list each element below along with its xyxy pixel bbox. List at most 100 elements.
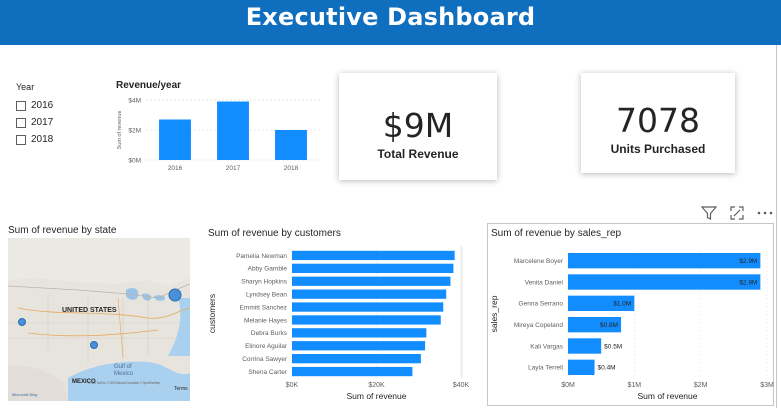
data-label: $0.4M bbox=[598, 365, 616, 372]
bar-sharyn-hopkins[interactable] bbox=[292, 276, 451, 286]
revenue-year-chart[interactable]: $0M $2M $4M Sum of revenue 2016 2017 2018 bbox=[108, 92, 330, 180]
map-bubble-texas[interactable] bbox=[90, 341, 98, 349]
x-tick-label: $40K bbox=[453, 382, 470, 389]
bar-elinore-aguilar[interactable] bbox=[292, 341, 426, 351]
category-label: Melanie Hayes bbox=[244, 317, 288, 324]
data-label: $2.9M bbox=[739, 258, 757, 265]
checkbox[interactable] bbox=[16, 100, 26, 111]
map-bubble-california[interactable] bbox=[18, 318, 26, 326]
data-label: $2.9M bbox=[739, 279, 757, 286]
bar-debra-burks[interactable] bbox=[292, 328, 427, 338]
category-label: Abby Gamble bbox=[248, 266, 288, 273]
total-revenue-card[interactable]: $9M Total Revenue bbox=[339, 73, 497, 180]
y-tick-label: $4M bbox=[128, 98, 141, 105]
x-tick-label: $0M bbox=[561, 382, 575, 389]
slicer-title: Year bbox=[16, 82, 35, 92]
page-title: Executive Dashboard bbox=[245, 3, 536, 31]
x-tick-label: 2018 bbox=[284, 165, 299, 172]
bar-2016[interactable] bbox=[159, 119, 191, 161]
x-axis-title: Sum of revenue bbox=[346, 391, 406, 401]
bar-2017[interactable] bbox=[217, 101, 249, 161]
bar-abby-gamble[interactable] bbox=[292, 263, 454, 273]
customers-chart[interactable]: $0K $20K $40K Pamelia Newman Abby Gamble Shar… bbox=[206, 240, 482, 406]
map-label-gulf-line1: Gulf of bbox=[114, 364, 132, 370]
revenue-year-title: Revenue/year bbox=[116, 80, 182, 91]
bar-venita-daniel[interactable] bbox=[568, 274, 761, 290]
category-label: Debra Burks bbox=[251, 330, 288, 337]
bar-kali-vargas[interactable] bbox=[568, 338, 602, 354]
bar-corrina-sawyer[interactable] bbox=[292, 354, 421, 364]
state-map-title: Sum of revenue by state bbox=[8, 225, 117, 236]
sales-rep-chart-title: Sum of revenue by sales_rep bbox=[491, 228, 622, 239]
category-label: Venita Daniel bbox=[525, 279, 564, 286]
y-tick-label: $2M bbox=[128, 128, 141, 135]
x-tick-label: $2M bbox=[694, 382, 708, 389]
map-terms-link[interactable]: Terms bbox=[174, 386, 188, 392]
slicer-option-2018[interactable]: 2018 bbox=[16, 131, 86, 148]
x-tick-label: $20K bbox=[368, 382, 385, 389]
more-options-icon[interactable] bbox=[756, 204, 774, 222]
focus-mode-icon[interactable] bbox=[728, 204, 746, 222]
map-label-country: UNITED STATES bbox=[62, 307, 117, 314]
filter-icon[interactable] bbox=[700, 204, 718, 222]
y-axis-title: customers bbox=[207, 294, 217, 333]
bar-pamelia-newman[interactable] bbox=[292, 250, 455, 261]
customers-chart-title: Sum of revenue by customers bbox=[208, 228, 341, 239]
bing-logo: Microsoft Bing bbox=[12, 392, 37, 397]
category-label: Elinore Aguilar bbox=[245, 343, 288, 350]
bar-melanie-hayes[interactable] bbox=[292, 315, 441, 325]
x-tick-label: $1M bbox=[628, 382, 642, 389]
dashboard-header: Executive Dashboard bbox=[0, 0, 781, 45]
map-bubble-new-york[interactable] bbox=[168, 288, 182, 302]
category-label: Pamelia Newman bbox=[236, 253, 287, 260]
category-label: Shena Carter bbox=[248, 369, 287, 376]
bar-shena-carter[interactable] bbox=[292, 366, 413, 377]
data-label: $0.5M bbox=[604, 343, 622, 350]
slicer-option-label: 2018 bbox=[31, 134, 54, 145]
x-tick-label: 2017 bbox=[226, 165, 241, 172]
slicer-option-2017[interactable]: 2017 bbox=[16, 114, 86, 131]
year-slicer: Year 2016 2017 2018 bbox=[16, 82, 86, 152]
checkbox[interactable] bbox=[16, 134, 26, 145]
total-revenue-value: $9M bbox=[382, 106, 454, 145]
category-label: Sharyn Hopkins bbox=[241, 279, 288, 286]
category-label: Marcelene Boyer bbox=[514, 258, 564, 265]
map-label-gulf: Gulf of Mexico bbox=[114, 364, 134, 377]
total-revenue-label: Total Revenue bbox=[377, 147, 459, 161]
x-tick-label: 2016 bbox=[168, 165, 183, 172]
units-purchased-card[interactable]: 7078 Units Purchased bbox=[581, 73, 735, 173]
x-axis-title: Sum of revenue bbox=[637, 391, 697, 401]
data-label: $0.8M bbox=[600, 322, 618, 329]
y-axis-label: Sum of revenue bbox=[117, 111, 123, 150]
category-label: Mireya Copeland bbox=[514, 322, 564, 329]
units-purchased-label: Units Purchased bbox=[610, 142, 706, 156]
map-canvas[interactable]: UNITED STATES Gulf of Mexico MEXICO Micr… bbox=[8, 238, 190, 401]
x-tick-label: $3M bbox=[760, 382, 774, 389]
slicer-option-label: 2016 bbox=[31, 100, 54, 111]
map-label-gulf-line2: Mexico bbox=[114, 371, 134, 377]
slicer-option-label: 2017 bbox=[31, 117, 54, 128]
bar-2018[interactable] bbox=[275, 130, 307, 160]
scrollbar[interactable] bbox=[460, 246, 463, 378]
bar-layla-terrell[interactable] bbox=[568, 359, 595, 376]
category-label: Emmitt Sanchez bbox=[240, 304, 287, 311]
category-label: Lyndsey Bean bbox=[246, 291, 287, 298]
y-tick-label: $0M bbox=[128, 158, 141, 165]
checkbox[interactable] bbox=[16, 117, 26, 128]
data-label: $1.0M bbox=[613, 301, 631, 308]
bar-lyndsey-bean[interactable] bbox=[292, 289, 447, 299]
units-purchased-value: 7078 bbox=[616, 101, 700, 140]
revenue-by-state-map[interactable]: UNITED STATES Gulf of Mexico MEXICO Micr… bbox=[8, 238, 190, 401]
visual-header bbox=[700, 204, 778, 222]
bar-marcelene-boyer[interactable] bbox=[568, 252, 761, 269]
category-label: Corrina Sawyer bbox=[242, 356, 288, 363]
category-label: Kali Vargas bbox=[530, 343, 564, 350]
y-axis-title: sales_rep bbox=[489, 295, 499, 332]
map-attribution: © 2022 TomTom, © 2022 Microsoft Corporat… bbox=[88, 381, 160, 385]
category-label: Layla Terrell bbox=[528, 365, 563, 372]
slicer-option-2016[interactable]: 2016 bbox=[16, 97, 86, 114]
category-label: Genna Serrano bbox=[519, 301, 564, 308]
bar-emmitt-sanchez[interactable] bbox=[292, 302, 444, 312]
sales-rep-chart[interactable]: $0M $1M $2M $3M Marcelene Boyer $2.9M Venita D… bbox=[488, 242, 774, 405]
x-tick-label: $0K bbox=[286, 382, 299, 389]
